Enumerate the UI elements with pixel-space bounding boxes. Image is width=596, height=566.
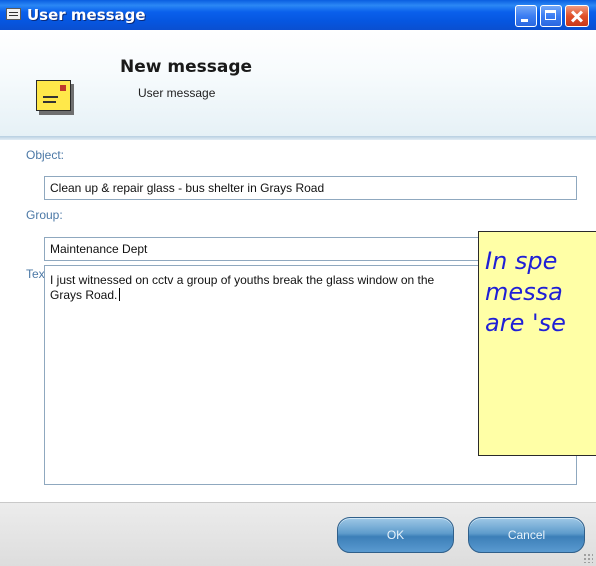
callout-line: are 'se (485, 309, 566, 337)
envelope-icon (36, 80, 71, 111)
header-title: New message (120, 57, 253, 77)
ok-button[interactable]: OK (337, 517, 454, 553)
group-label: Group: (26, 208, 63, 222)
envelope-stamp (60, 85, 66, 91)
callout-line: In spe (485, 247, 558, 275)
resize-grip[interactable] (583, 553, 593, 563)
header-subtitle: User message (138, 86, 216, 100)
message-text: I just witnessed on cctv a group of yout… (50, 273, 435, 302)
maximize-button[interactable] (540, 5, 562, 27)
dialog-header (0, 30, 596, 136)
annotation-callout: In spe messa are 'se (478, 231, 596, 456)
envelope-line (43, 96, 58, 98)
object-label: Object: (26, 148, 65, 162)
cancel-button[interactable]: Cancel (468, 517, 585, 553)
window-app-icon (6, 8, 21, 20)
close-button[interactable] (565, 5, 589, 27)
callout-line: messa (485, 278, 563, 306)
title-bar[interactable]: User message (0, 0, 596, 30)
minimize-button[interactable] (515, 5, 537, 27)
text-caret (119, 288, 121, 301)
object-input[interactable]: Clean up & repair glass - bus shelter in… (44, 176, 577, 200)
envelope-line (43, 101, 56, 103)
window-title: User message (27, 6, 146, 24)
user-message-window: User message New message User message Ob… (0, 0, 596, 566)
